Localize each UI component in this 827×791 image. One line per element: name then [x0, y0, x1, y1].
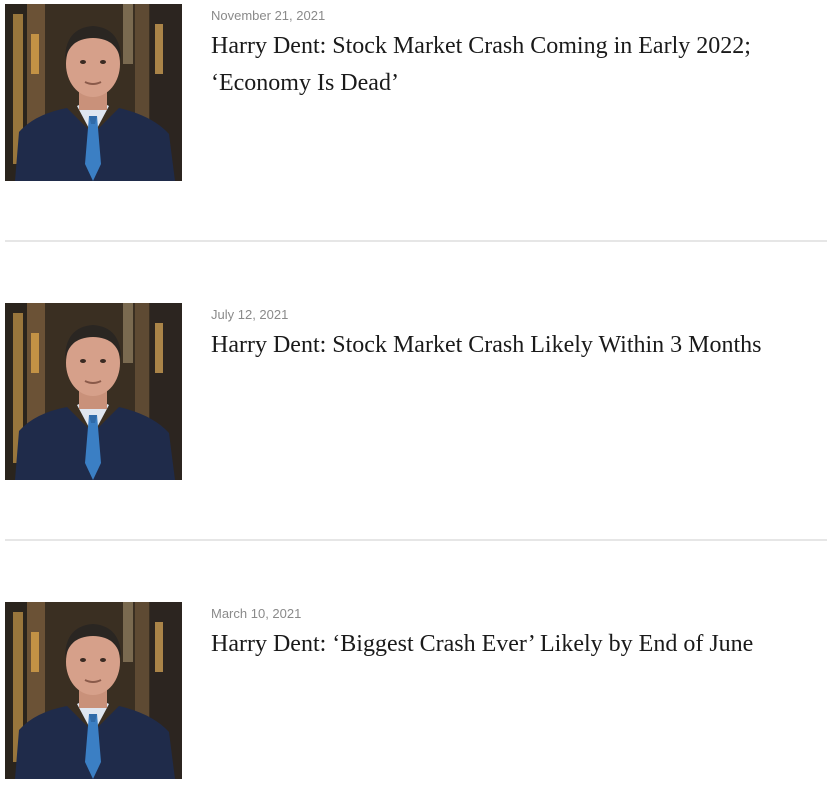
article-date: March 10, 2021	[211, 606, 302, 621]
article-item[interactable]: November 21, 2021 Harry Dent: Stock Mark…	[5, 4, 827, 184]
article-meta: November 21, 2021 Harry Dent: Stock Mark…	[211, 4, 827, 102]
article-thumbnail[interactable]	[5, 602, 182, 779]
portrait-image	[5, 602, 182, 779]
article-title-link[interactable]: Harry Dent: ‘Biggest Crash Ever’ Likely …	[211, 626, 827, 663]
article-title-link[interactable]: Harry Dent: Stock Market Crash Coming in…	[211, 28, 827, 102]
divider	[5, 240, 827, 242]
divider	[5, 539, 827, 541]
article-meta: March 10, 2021 Harry Dent: ‘Biggest Cras…	[211, 602, 827, 663]
article-item[interactable]: July 12, 2021 Harry Dent: Stock Market C…	[5, 303, 827, 483]
article-date: November 21, 2021	[211, 8, 326, 23]
article-date: July 12, 2021	[211, 307, 289, 322]
article-item[interactable]: March 10, 2021 Harry Dent: ‘Biggest Cras…	[5, 602, 827, 782]
article-thumbnail[interactable]	[5, 303, 182, 480]
portrait-image	[5, 303, 182, 480]
article-meta: July 12, 2021 Harry Dent: Stock Market C…	[211, 303, 827, 364]
portrait-image	[5, 4, 182, 181]
article-title-link[interactable]: Harry Dent: Stock Market Crash Likely Wi…	[211, 327, 827, 364]
article-thumbnail[interactable]	[5, 4, 182, 181]
